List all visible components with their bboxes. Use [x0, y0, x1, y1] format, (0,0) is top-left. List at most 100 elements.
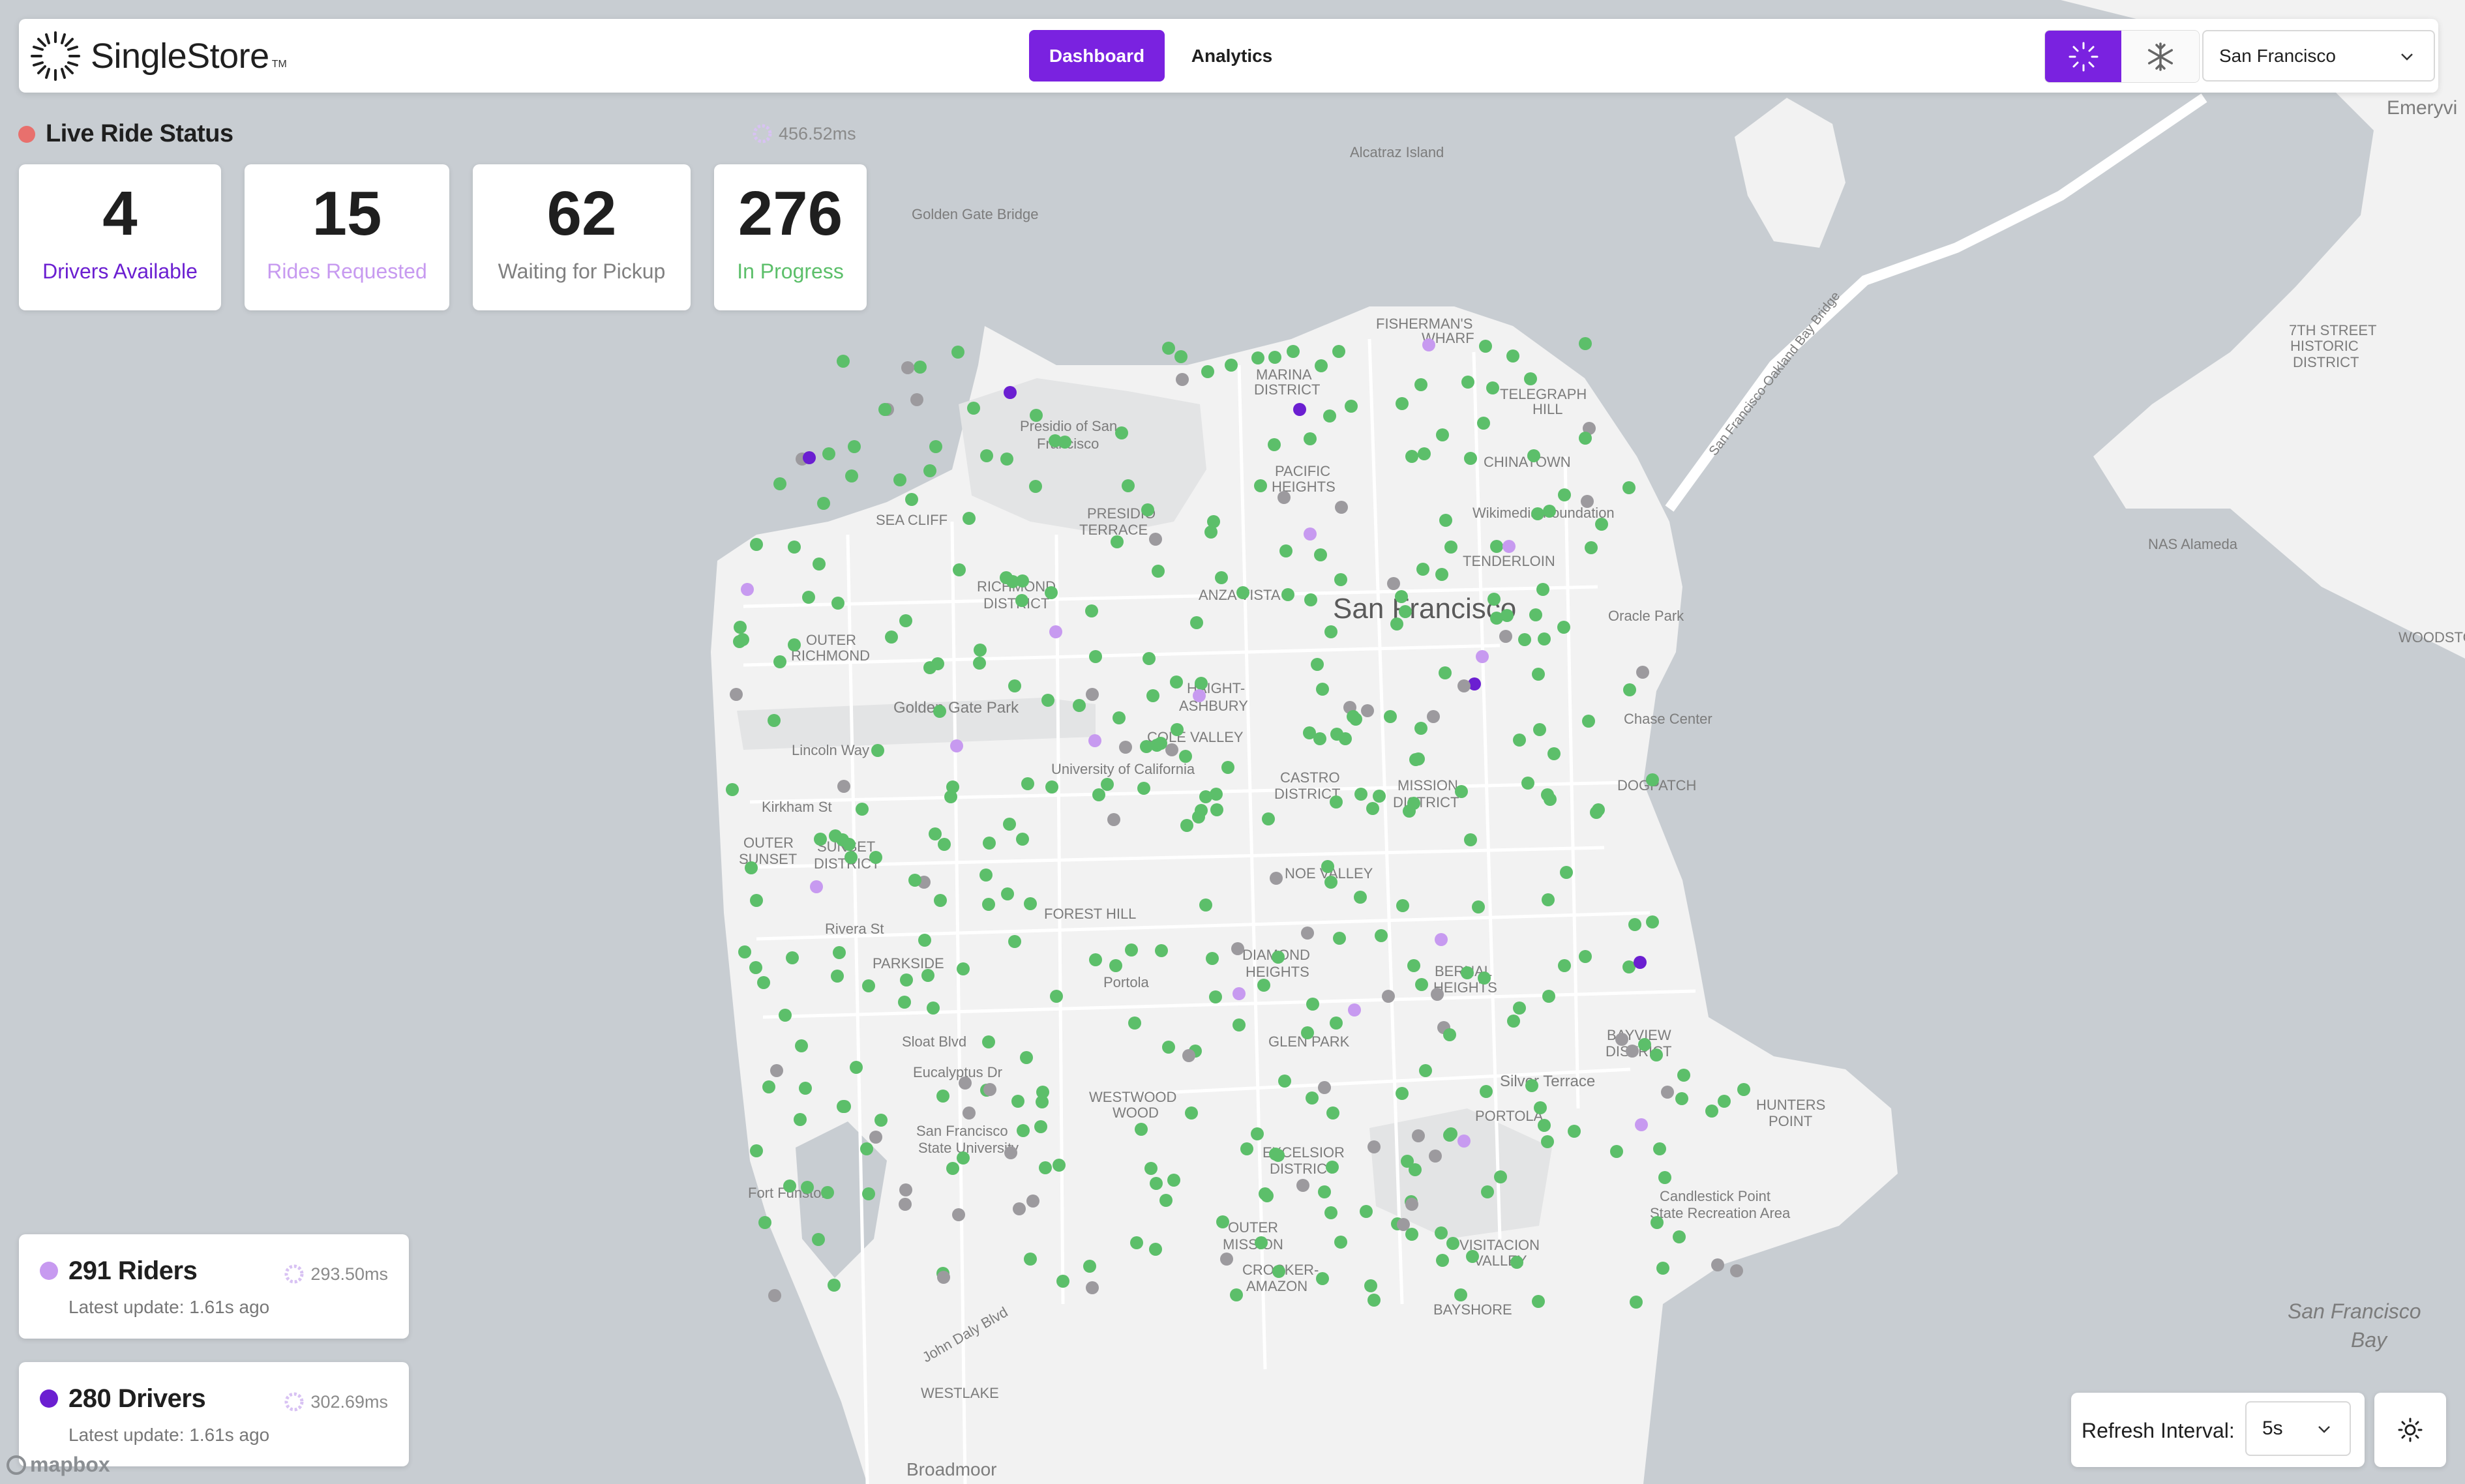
- in-progress-dot[interactable]: [1419, 1064, 1432, 1077]
- waiting-dot[interactable]: [770, 1064, 783, 1077]
- in-progress-dot[interactable]: [817, 497, 830, 510]
- waiting-dot[interactable]: [1730, 1264, 1743, 1277]
- in-progress-dot[interactable]: [1195, 677, 1208, 690]
- in-progress-dot[interactable]: [1646, 773, 1659, 786]
- in-progress-dot[interactable]: [944, 790, 957, 803]
- rider-dot[interactable]: [1232, 987, 1246, 1000]
- in-progress-dot[interactable]: [1190, 616, 1203, 629]
- waiting-dot[interactable]: [1397, 1218, 1410, 1231]
- in-progress-dot[interactable]: [1525, 1079, 1538, 1092]
- in-progress-dot[interactable]: [1011, 1095, 1024, 1108]
- in-progress-dot[interactable]: [1255, 1236, 1268, 1249]
- in-progress-dot[interactable]: [1058, 436, 1071, 449]
- in-progress-dot[interactable]: [1324, 876, 1337, 889]
- in-progress-dot[interactable]: [1143, 652, 1156, 665]
- in-progress-dot[interactable]: [734, 621, 747, 634]
- in-progress-dot[interactable]: [1109, 959, 1122, 972]
- in-progress-dot[interactable]: [1507, 1015, 1520, 1028]
- in-progress-dot[interactable]: [1375, 929, 1388, 942]
- rider-dot[interactable]: [741, 583, 754, 596]
- waiting-dot[interactable]: [1661, 1086, 1674, 1099]
- in-progress-dot[interactable]: [1159, 1194, 1173, 1207]
- waiting-dot[interactable]: [1367, 1140, 1381, 1153]
- in-progress-dot[interactable]: [1501, 609, 1514, 622]
- in-progress-dot[interactable]: [1443, 1028, 1456, 1041]
- in-progress-dot[interactable]: [1737, 1083, 1750, 1096]
- in-progress-dot[interactable]: [1354, 788, 1367, 801]
- in-progress-dot[interactable]: [736, 633, 749, 646]
- in-progress-dot[interactable]: [1718, 1095, 1731, 1108]
- in-progress-dot[interactable]: [1582, 715, 1595, 728]
- driver-dot[interactable]: [803, 451, 816, 464]
- in-progress-dot[interactable]: [1579, 950, 1592, 963]
- in-progress-dot[interactable]: [750, 894, 763, 907]
- rider-dot[interactable]: [1435, 933, 1448, 946]
- in-progress-dot[interactable]: [929, 440, 942, 453]
- in-progress-dot[interactable]: [1384, 710, 1397, 723]
- in-progress-dot[interactable]: [1000, 571, 1013, 584]
- in-progress-dot[interactable]: [1152, 565, 1165, 578]
- waiting-dot[interactable]: [1086, 688, 1099, 701]
- in-progress-dot[interactable]: [860, 1142, 873, 1155]
- waiting-dot[interactable]: [1457, 679, 1471, 692]
- in-progress-dot[interactable]: [862, 979, 875, 992]
- waiting-dot[interactable]: [1711, 1258, 1724, 1271]
- in-progress-dot[interactable]: [1568, 1125, 1581, 1138]
- rider-dot[interactable]: [950, 739, 963, 752]
- in-progress-dot[interactable]: [833, 946, 846, 959]
- in-progress-dot[interactable]: [1150, 1177, 1163, 1190]
- in-progress-dot[interactable]: [1472, 900, 1485, 913]
- in-progress-dot[interactable]: [1207, 515, 1220, 528]
- in-progress-dot[interactable]: [1045, 586, 1058, 599]
- rider-dot[interactable]: [1476, 650, 1489, 663]
- waiting-dot[interactable]: [1270, 872, 1283, 885]
- in-progress-dot[interactable]: [1333, 932, 1346, 945]
- in-progress-dot[interactable]: [1542, 990, 1555, 1003]
- in-progress-dot[interactable]: [795, 1039, 808, 1052]
- in-progress-dot[interactable]: [758, 1216, 771, 1229]
- in-progress-dot[interactable]: [757, 976, 770, 989]
- in-progress-dot[interactable]: [821, 1186, 834, 1199]
- in-progress-dot[interactable]: [1330, 1017, 1343, 1030]
- in-progress-dot[interactable]: [1162, 1041, 1175, 1054]
- in-progress-dot[interactable]: [1272, 1265, 1285, 1278]
- in-progress-dot[interactable]: [844, 851, 858, 864]
- snowflake-mode-button[interactable]: [2122, 31, 2198, 82]
- in-progress-dot[interactable]: [1416, 563, 1429, 576]
- rider-dot[interactable]: [1422, 338, 1435, 351]
- in-progress-dot[interactable]: [1673, 1230, 1686, 1243]
- in-progress-dot[interactable]: [1101, 778, 1114, 791]
- in-progress-dot[interactable]: [1180, 819, 1193, 832]
- in-progress-dot[interactable]: [1444, 1127, 1457, 1140]
- in-progress-dot[interactable]: [1332, 345, 1345, 358]
- in-progress-dot[interactable]: [1313, 732, 1326, 745]
- in-progress-dot[interactable]: [1436, 1254, 1449, 1267]
- in-progress-dot[interactable]: [1306, 1091, 1319, 1105]
- in-progress-dot[interactable]: [1083, 1260, 1096, 1273]
- in-progress-dot[interactable]: [1024, 1253, 1037, 1266]
- in-progress-dot[interactable]: [1089, 650, 1102, 663]
- in-progress-dot[interactable]: [1653, 1142, 1666, 1155]
- in-progress-dot[interactable]: [1405, 450, 1418, 463]
- in-progress-dot[interactable]: [1125, 943, 1138, 957]
- in-progress-dot[interactable]: [946, 1162, 959, 1175]
- in-progress-dot[interactable]: [1533, 723, 1546, 736]
- in-progress-dot[interactable]: [1304, 432, 1317, 445]
- in-progress-dot[interactable]: [967, 402, 980, 415]
- in-progress-dot[interactable]: [1008, 935, 1021, 948]
- in-progress-dot[interactable]: [1199, 898, 1212, 912]
- in-progress-dot[interactable]: [1240, 1142, 1253, 1155]
- in-progress-dot[interactable]: [813, 557, 826, 571]
- theme-toggle-button[interactable]: [2374, 1393, 2446, 1467]
- waiting-dot[interactable]: [1318, 1081, 1331, 1094]
- in-progress-dot[interactable]: [885, 631, 898, 644]
- in-progress-dot[interactable]: [1610, 1145, 1623, 1158]
- in-progress-dot[interactable]: [848, 440, 861, 453]
- in-progress-dot[interactable]: [1436, 428, 1449, 441]
- in-progress-dot[interactable]: [974, 644, 987, 657]
- in-progress-dot[interactable]: [1210, 803, 1223, 816]
- rider-dot[interactable]: [1502, 540, 1516, 553]
- in-progress-dot[interactable]: [1257, 979, 1270, 992]
- in-progress-dot[interactable]: [1020, 1051, 1033, 1064]
- in-progress-dot[interactable]: [1531, 507, 1544, 520]
